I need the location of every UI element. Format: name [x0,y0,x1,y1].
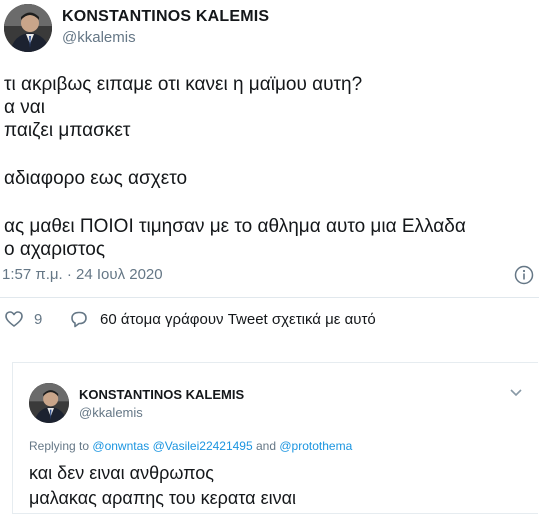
tweet-line: α ναι [4,97,45,118]
tweet-text: τι ακριβως ειπαμε οτι κανει η μαϊμου αυτ… [4,73,466,261]
heart-icon[interactable] [4,309,24,329]
tweet-line: τι ακριβως ειπαμε οτι κανει η μαϊμου αυτ… [4,74,363,95]
replying-to: Replying to @onwntas @Vasilei22421495 an… [29,439,352,453]
tweet-actions: 9 60 άτομα γράφουν Tweet σχετικά με αυτό [0,300,539,340]
and-word: and [256,439,277,453]
tweet-line: ο αχαριστος [4,239,105,260]
avatar[interactable] [29,383,69,423]
info-icon[interactable] [514,265,534,285]
tweet-line: και δεν ειναι ανθρωπος [29,463,214,483]
avatar[interactable] [4,4,52,52]
display-name[interactable]: KONSTANTINOS KALEMIS [79,387,244,402]
reply-tweet: KONSTANTINOS KALEMIS @kkalemis Replying … [12,362,538,514]
tweet-line: αδιαφορο εως ασχετο [4,168,188,189]
conversation-link[interactable]: 60 άτομα γράφουν Tweet σχετικά με αυτό [100,311,376,328]
user-handle[interactable]: @kkalemis [62,29,136,46]
tweet-text: και δεν ειναι ανθρωπος μαλακας αραπης το… [29,461,296,511]
mention-link[interactable]: @Vasilei22421495 [153,439,253,453]
like-count[interactable]: 9 [34,311,42,328]
tweet-timestamp[interactable]: 1:57 π.μ. · 24 Ιουλ 2020 [2,266,163,283]
mention-link[interactable]: @onwntas [92,439,149,453]
tweet-line: μαλακας αραπης του κερατα ειναι [29,488,297,508]
main-tweet: KONSTANTINOS KALEMIS @kkalemis τι ακριβω… [0,0,539,340]
tweet-line: παιζει μπασκετ [4,120,131,141]
chevron-down-icon[interactable] [509,385,523,397]
replying-label: Replying to [29,439,90,453]
mention-link[interactable]: @protothema [279,439,352,453]
divider [0,297,539,298]
display-name[interactable]: KONSTANTINOS KALEMIS [62,8,269,26]
tweet-line: ας μαθει ΠΟΙΟΙ τιμησαν με το αθλημα αυτο… [4,216,466,237]
user-handle[interactable]: @kkalemis [79,405,143,420]
reply-bubble-icon[interactable] [69,309,89,329]
